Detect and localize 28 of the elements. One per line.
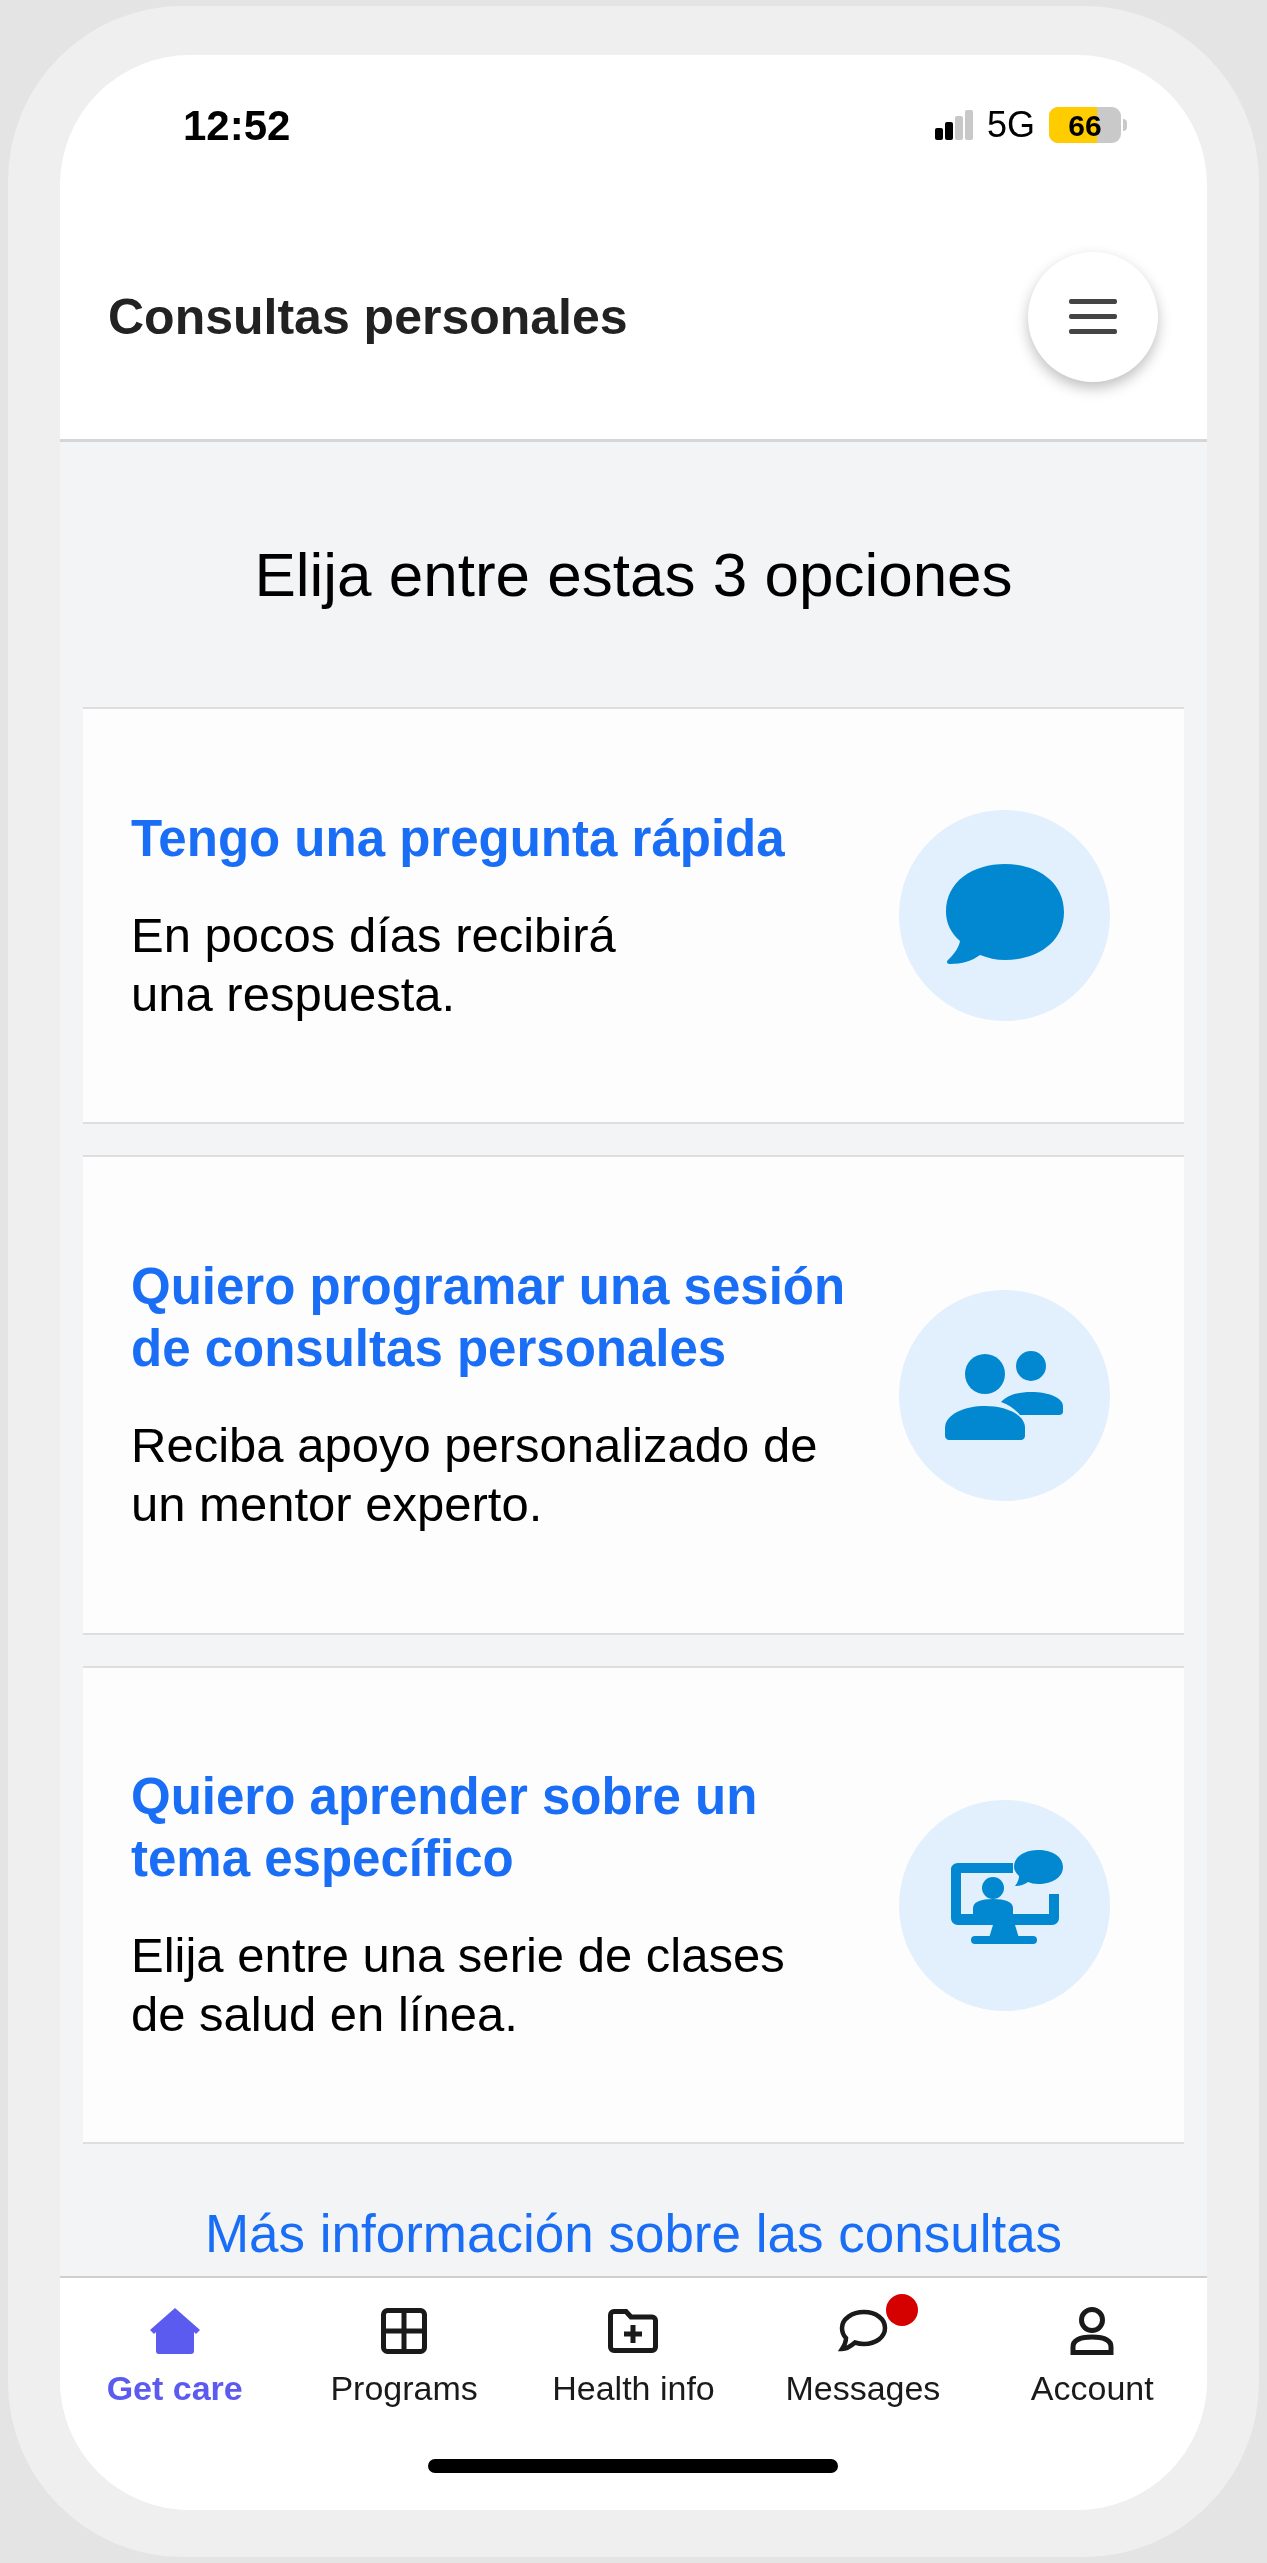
- option-description: En pocos días recibirá una respuesta.: [131, 906, 617, 1023]
- person-icon: [1070, 2307, 1115, 2355]
- home-icon: [149, 2308, 200, 2354]
- option-title: Quiero programar una sesión de consultas personales: [131, 1257, 847, 1379]
- people-icon: [944, 1350, 1065, 1440]
- tab-bar-item[interactable]: Programs: [289, 2288, 519, 2412]
- page-title: Consultas personales: [108, 287, 628, 347]
- menu-button[interactable]: [1028, 252, 1158, 382]
- signal-icon: [934, 110, 973, 140]
- option-card[interactable]: Tengo una pregunta rápida En pocos días recibirá una respuesta.: [83, 707, 1184, 1124]
- network-label: 5G: [986, 103, 1035, 147]
- tab-bar-item[interactable]: Health info: [518, 2288, 749, 2412]
- option-title: Quiero aprender sobre un tema específico: [131, 1767, 759, 1889]
- option-card[interactable]: Quiero programar una sesión de consultas personales Reciba apoyo personalizado de un mentor experto.: [83, 1155, 1184, 1635]
- more-info-link[interactable]: Más información sobre las consultas: [204, 2194, 1063, 2274]
- chat-icon: [837, 2309, 888, 2353]
- option-card[interactable]: Quiero aprender sobre un tema específico Elija entre una serie de clases de salud en línea.: [83, 1666, 1184, 2144]
- folder-plus-icon: [608, 2309, 659, 2353]
- tab-bar-item[interactable]: Messages: [748, 2288, 978, 2412]
- section-heading: Elija entre estas 3 opciones: [254, 539, 1013, 611]
- grid-icon: [381, 2308, 428, 2354]
- option-title: Tengo una pregunta rápida: [131, 808, 786, 869]
- option-description: Elija entre una serie de clases de salud en línea.: [131, 1927, 786, 2043]
- status-time: 12:52: [183, 100, 291, 151]
- tab-bar-item[interactable]: Account: [977, 2288, 1207, 2412]
- menu-icon: [1069, 299, 1117, 335]
- option-description: Reciba apoyo personalizado de un mentor experto.: [131, 1417, 819, 1533]
- tab-bar-item[interactable]: Get care: [60, 2288, 290, 2412]
